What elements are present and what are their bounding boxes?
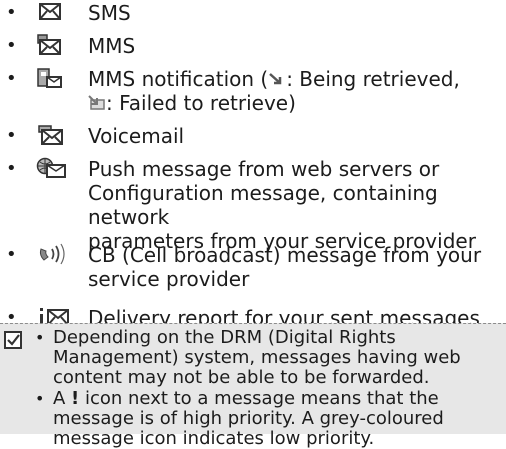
bullet: •	[35, 389, 45, 408]
cell-broadcast-icon	[36, 243, 70, 267]
push-message-icon	[36, 157, 70, 181]
bullet: •	[6, 244, 17, 265]
bullet: •	[6, 158, 17, 179]
list-item-text: MMS	[88, 34, 136, 58]
bullet: •	[35, 328, 45, 347]
mms-notification-icon	[36, 67, 70, 91]
bullet: •	[6, 68, 17, 89]
list-item-text: SMS	[88, 1, 131, 25]
list-item-text: Push message from web servers or Configu…	[88, 157, 476, 253]
page: • SMS • MMS • MMS notification (: Being…	[0, 0, 506, 449]
list-item-text: Voicemail	[88, 124, 185, 148]
bullet: •	[6, 2, 17, 23]
envelope-icon	[36, 1, 70, 25]
list-item-text: CB (Cell broadcast) message from your se…	[88, 243, 482, 291]
note-text: Depending on the DRM (Digital Rights Man…	[53, 327, 461, 388]
retrieving-arrow-icon	[268, 68, 286, 85]
note-box: • Depending on the DRM (Digital Rights M…	[0, 323, 506, 449]
checkbox-icon	[4, 331, 22, 349]
note-text: A ! icon next to a message means that th…	[53, 389, 499, 449]
priority-text-end: icon next to a message means that the me…	[53, 388, 444, 449]
being-retrieved-label: : Being retrieved,	[286, 67, 460, 91]
bullet: •	[6, 35, 17, 56]
mms-notification-label: MMS notification (	[88, 67, 269, 91]
bullet: •	[6, 125, 17, 146]
mms-envelope-icon	[36, 34, 70, 58]
failed-to-retrieve-label: : Failed to retrieve)	[106, 91, 296, 115]
list-item-text: MMS notification ( : Being retrieved, : F…	[88, 67, 502, 115]
priority-text-start: A	[53, 388, 72, 409]
voicemail-icon	[36, 124, 70, 148]
failed-envelope-icon	[88, 92, 106, 110]
